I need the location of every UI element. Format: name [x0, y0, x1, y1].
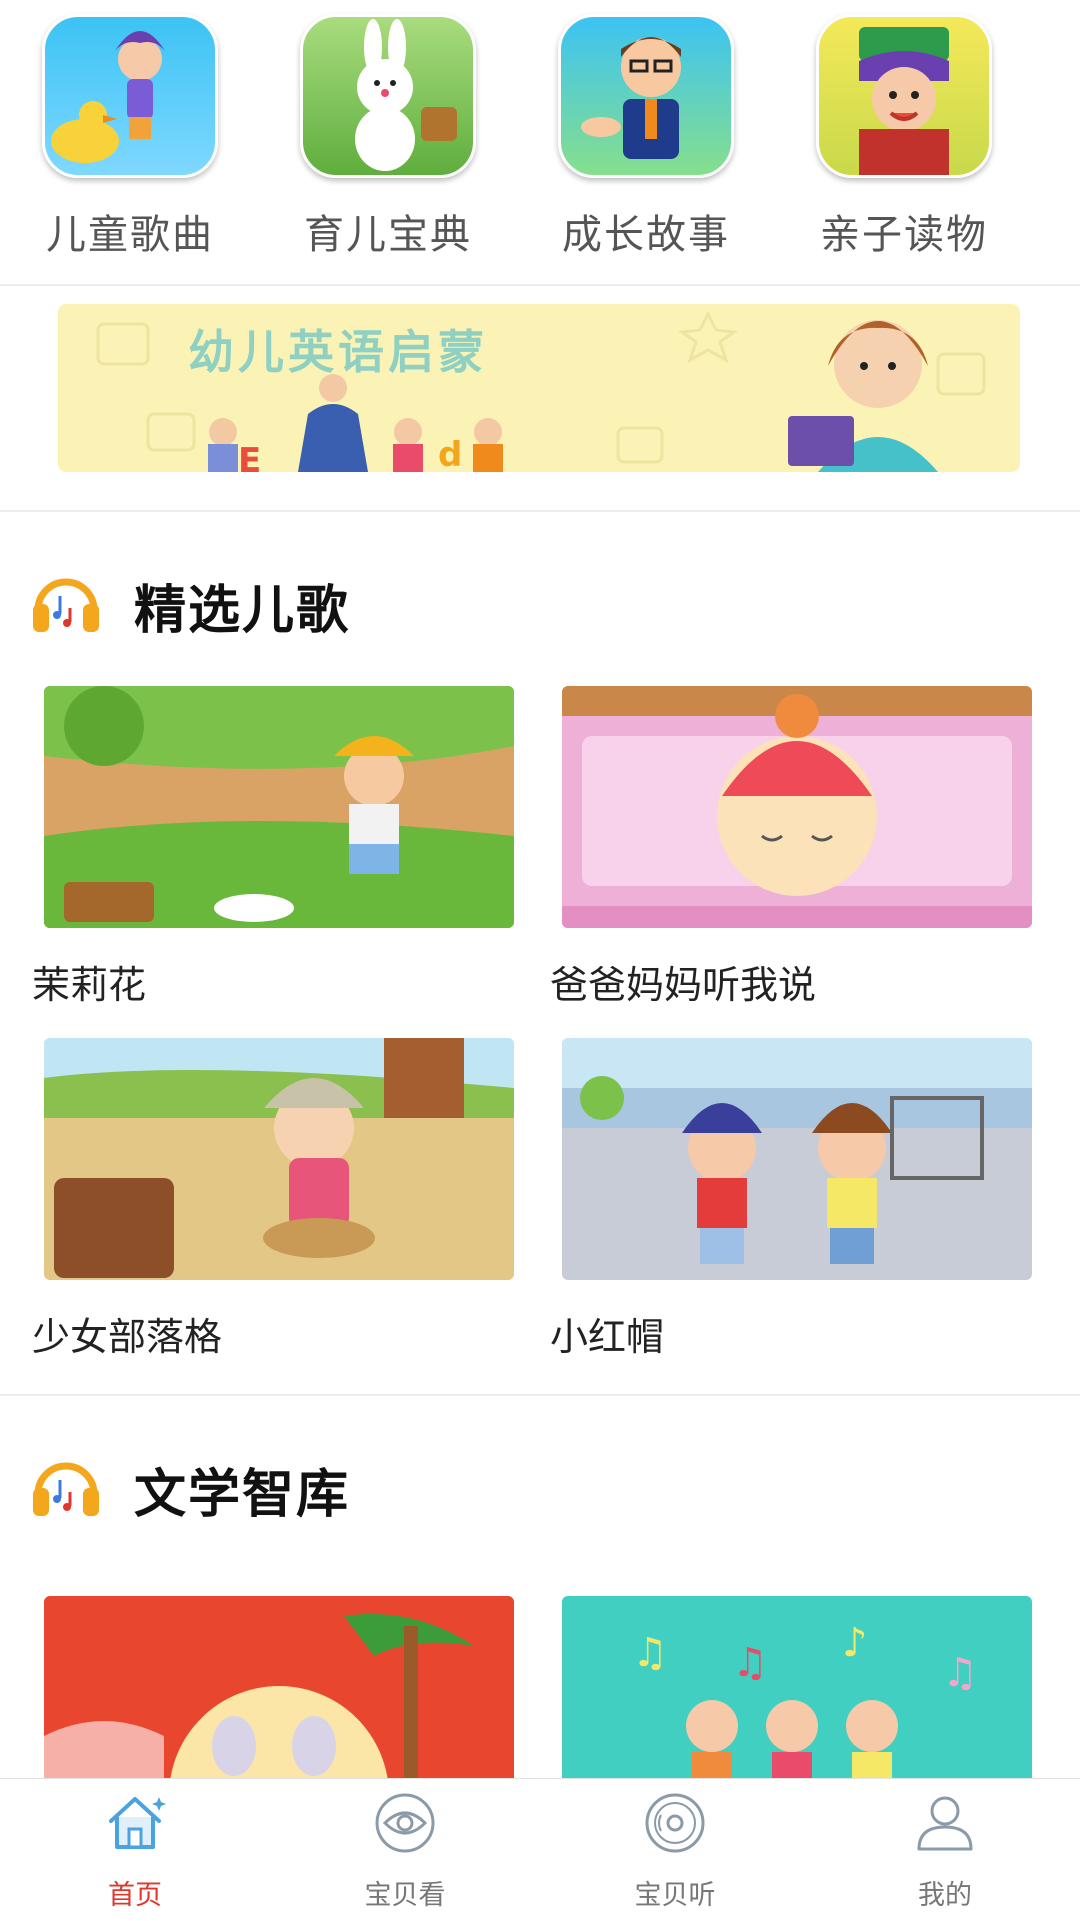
- headphones-icon: [33, 578, 99, 632]
- nav-baby-watch[interactable]: 宝贝看: [270, 1779, 540, 1921]
- eye-icon: [375, 1793, 435, 1853]
- category-parent-child-reading[interactable]: 亲子读物: [794, 14, 1014, 260]
- category-growth-stories[interactable]: 成长故事: [536, 14, 756, 260]
- nav-baby-listen[interactable]: 宝贝听: [540, 1779, 810, 1921]
- song-card[interactable]: 爸爸妈妈听我说: [550, 686, 1032, 1007]
- song-card[interactable]: 茉莉花: [32, 686, 514, 1007]
- svg-text:♫: ♫: [632, 1630, 668, 1676]
- nav-label: 宝贝听: [634, 1880, 716, 1911]
- song-thumbnail: [44, 686, 514, 928]
- literature-card[interactable]: [44, 1596, 514, 1778]
- category-label: 亲子读物: [820, 212, 988, 258]
- song-thumbnail: [562, 686, 1032, 928]
- nav-label: 我的: [918, 1880, 972, 1911]
- song-title: 少女部落格: [32, 1315, 223, 1359]
- svg-text:♪: ♪: [842, 1620, 868, 1666]
- literature-thumbnail: ♫ ♫ ♪ ♫: [562, 1596, 1032, 1778]
- song-thumbnail: [44, 1038, 514, 1280]
- svg-text:♫: ♫: [942, 1650, 978, 1696]
- song-title: 茉莉花: [32, 963, 147, 1007]
- category-label: 儿童歌曲: [46, 212, 214, 258]
- cartoon-teacher-icon: [558, 14, 734, 178]
- song-card[interactable]: 少女部落格: [32, 1038, 514, 1359]
- user-icon: [917, 1796, 973, 1851]
- divider: [0, 284, 1080, 286]
- cartoon-girl-duck-icon: [42, 14, 218, 178]
- nav-home[interactable]: 首页: [0, 1779, 270, 1921]
- english-enlightenment-banner[interactable]: E d 幼儿英语启蒙: [58, 304, 1020, 472]
- home-icon: [109, 1797, 166, 1849]
- svg-text:E: E: [238, 441, 261, 472]
- category-children-songs[interactable]: 儿童歌曲: [20, 14, 240, 260]
- divider: [0, 1394, 1080, 1396]
- literature-card[interactable]: ♫ ♫ ♪ ♫: [562, 1596, 1032, 1778]
- category-label: 成长故事: [562, 212, 730, 258]
- song-card[interactable]: 小红帽: [550, 1038, 1032, 1359]
- banner-title: 幼儿英语启蒙: [188, 325, 488, 379]
- category-label: 育儿宝典: [304, 212, 472, 258]
- category-parenting-guide[interactable]: 育儿宝典: [278, 14, 498, 260]
- disc-icon: [645, 1793, 705, 1853]
- cartoon-kid-hat-icon: [816, 14, 992, 178]
- nav-mine[interactable]: 我的: [810, 1779, 1080, 1921]
- song-title: 爸爸妈妈听我说: [550, 963, 817, 1007]
- bottom-navigation: 首页 宝贝看 宝贝听 我的: [0, 1778, 1080, 1921]
- cartoon-rabbit-icon: [300, 14, 476, 178]
- home-scroll-area[interactable]: 儿童歌曲 育儿宝典 成长故事 亲子读物 E d 幼儿英语启蒙 精选儿歌 茉莉花 …: [0, 0, 1080, 1778]
- category-row: 儿童歌曲 育儿宝典 成长故事 亲子读物: [0, 0, 1080, 284]
- section-title: 精选儿歌: [134, 581, 351, 641]
- literature-thumbnail: [44, 1596, 514, 1778]
- headphones-icon: [33, 1462, 99, 1516]
- nav-label: 首页: [108, 1880, 162, 1911]
- nav-label: 宝贝看: [364, 1880, 446, 1911]
- divider: [0, 510, 1080, 512]
- svg-text:♫: ♫: [732, 1640, 768, 1686]
- section-title: 文学智库: [134, 1465, 351, 1525]
- song-title: 小红帽: [550, 1315, 665, 1359]
- song-thumbnail: [562, 1038, 1032, 1280]
- svg-text:d: d: [438, 435, 462, 472]
